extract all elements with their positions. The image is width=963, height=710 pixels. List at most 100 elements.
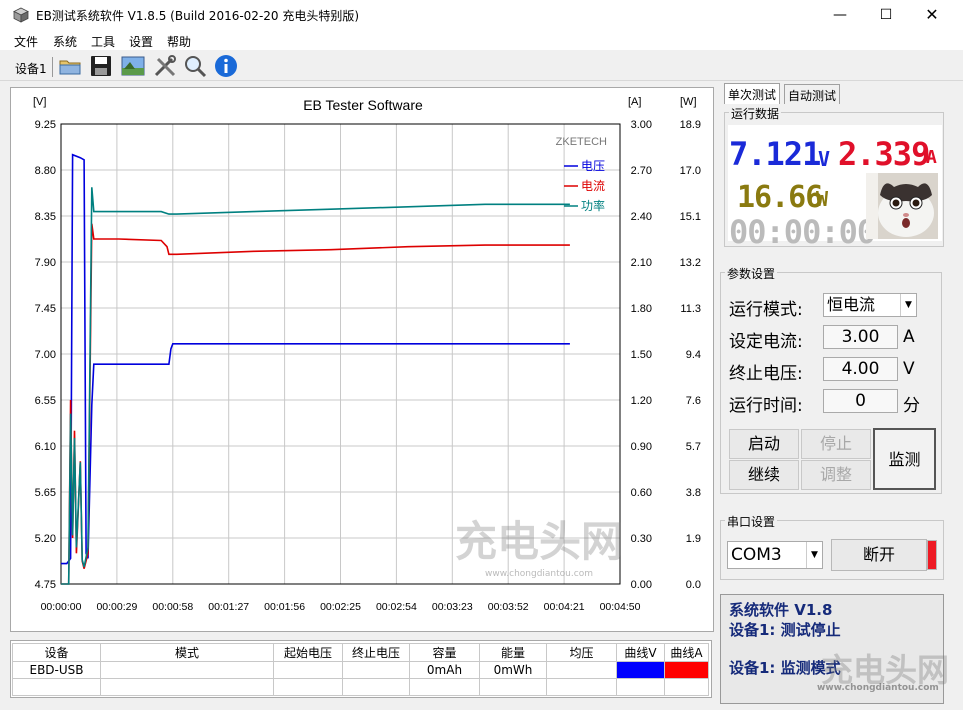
status-test-state: 设备1: 测试停止 [729,621,841,639]
cutoff-unit-label: V [903,359,915,379]
col-energy: 能量 [479,643,547,662]
x-tick-label: 00:04:50 [600,601,641,613]
start-button[interactable]: 启动 [729,429,799,459]
curve-a-color[interactable] [664,661,709,679]
connection-status-indicator [927,540,937,570]
time-readout: 00:00:00 [729,213,876,251]
col-capacity: 容量 [409,643,480,662]
cutoff-voltage-label: 终止电压: [729,364,803,384]
legend-label-2: 功率 [581,198,605,213]
chart-title: EB Tester Software [303,97,423,113]
axis-unit-power: [W] [680,96,697,108]
tab-auto-test[interactable]: 自动测试 [784,84,841,104]
info-icon[interactable] [214,54,238,78]
cell-device: EBD-USB [12,661,101,679]
run-time-label: 运行时间: [729,396,803,416]
x-tick-label: 00:02:25 [320,601,361,613]
y-tick-current: 2.10 [631,257,652,269]
menu-help[interactable]: 帮助 [167,33,191,50]
chevron-down-icon: ▼ [806,542,822,568]
toolbar-separator [52,57,53,77]
y-tick-voltage: 9.25 [35,119,56,131]
current-input[interactable]: 3.00 [823,325,898,349]
cat-photo-image [866,173,938,239]
app-window: EB测试系统软件 V1.8.5 (Build 2016-02-20 充电头特别版… [0,0,963,710]
app-cube-icon [13,7,29,23]
brand-label: ZKETECH [556,136,607,148]
minimize-button[interactable]: — [817,0,863,30]
y-tick-power: 18.9 [680,119,701,131]
y-tick-current: 0.90 [631,441,652,453]
y-tick-power: 11.3 [680,303,701,315]
y-tick-voltage: 6.10 [35,441,56,453]
run-data-group: 运行数据 7.121 V 2.339 A 16.66 W 00:00:00 [724,105,944,251]
legend-label-0: 电压 [581,159,605,173]
maximize-button[interactable]: ☐ [863,0,909,30]
continue-button[interactable]: 继续 [729,460,799,490]
menu-bar: 文件 系统 工具 设置 帮助 [0,30,963,50]
tools-icon[interactable] [153,54,177,78]
run-time-input[interactable]: 0 [823,389,898,413]
device-selector[interactable]: 设备1 [15,60,47,77]
y-tick-current: 0.00 [631,579,652,591]
cell-avg-voltage [546,661,617,679]
y-tick-voltage: 5.20 [35,533,56,545]
y-tick-power: 1.9 [686,533,701,545]
y-tick-current: 1.80 [631,303,652,315]
cell-start-voltage [273,661,343,679]
monitor-button[interactable]: 监测 [873,428,936,490]
table-row[interactable]: EBD-USB 0mAh 0mWh [12,661,709,679]
y-tick-voltage: 4.75 [35,579,56,591]
power-readout: 16.66 [737,180,823,215]
save-icon[interactable] [89,54,113,78]
disconnect-button[interactable]: 断开 [831,539,927,571]
y-tick-current: 0.60 [631,487,652,499]
status-panel: 系统软件 V1.8 设备1: 测试停止 设备1: 监测模式 充电头网 www.c… [720,594,949,704]
col-start-voltage: 起始电压 [273,643,343,662]
voltage-unit: V [818,147,830,171]
x-tick-label: 00:00:00 [41,601,82,613]
curve-v-color[interactable] [616,661,665,679]
x-tick-label: 00:01:56 [264,601,305,613]
cell-energy: 0mWh [479,661,547,679]
power-unit: W [816,187,828,211]
y-tick-voltage: 8.80 [35,165,56,177]
watermark-url: www.chongdiantou.com [485,569,593,579]
y-tick-voltage: 7.90 [35,257,56,269]
menu-file[interactable]: 文件 [14,33,38,50]
cutoff-voltage-input[interactable]: 4.00 [823,357,898,381]
y-tick-power: 0.0 [686,579,701,591]
y-tick-power: 13.2 [680,257,701,269]
y-tick-power: 5.7 [686,441,701,453]
toolbar: 设备1 [0,51,963,81]
y-tick-power: 9.4 [686,349,701,361]
search-icon[interactable] [183,54,207,78]
com-port-select[interactable]: COM3 ▼ [727,541,823,569]
cell-capacity: 0mAh [409,661,480,679]
adjust-button[interactable]: 调整 [801,460,871,490]
run-time-unit-label: 分 [903,396,920,416]
folder-icon[interactable] [58,54,82,78]
menu-settings[interactable]: 设置 [129,33,153,50]
mode-select[interactable]: 恒电流 ▼ [823,293,917,317]
col-mode: 模式 [100,643,274,662]
mode-label: 运行模式: [729,300,803,320]
voltage-readout: 7.121 [729,135,821,173]
y-tick-power: 7.6 [686,395,701,407]
chart-panel: EB Tester Software [V] [A] [W] 9.25 3.00 1… [10,87,714,632]
axis-unit-current: [A] [628,96,641,108]
x-tick-label: 00:03:52 [488,601,529,613]
y-tick-current: 1.50 [631,349,652,361]
menu-tools[interactable]: 工具 [91,33,115,50]
stop-button[interactable]: 停止 [801,429,871,459]
x-tick-label: 00:04:21 [544,601,585,613]
col-end-voltage: 终止电压 [342,643,410,662]
tab-single-test[interactable]: 单次测试 [724,83,781,104]
chevron-down-icon: ▼ [900,294,916,316]
image-icon[interactable] [121,54,145,78]
close-button[interactable]: ✕ [909,0,955,30]
title-bar: EB测试系统软件 V1.8.5 (Build 2016-02-20 充电头特别版… [0,0,963,30]
menu-system[interactable]: 系统 [53,33,77,50]
params-group: 参数设置 运行模式: 恒电流 ▼ 设定电流: 3.00 A 终止电压: 4.00… [720,265,942,494]
y-tick-current: 0.30 [631,533,652,545]
